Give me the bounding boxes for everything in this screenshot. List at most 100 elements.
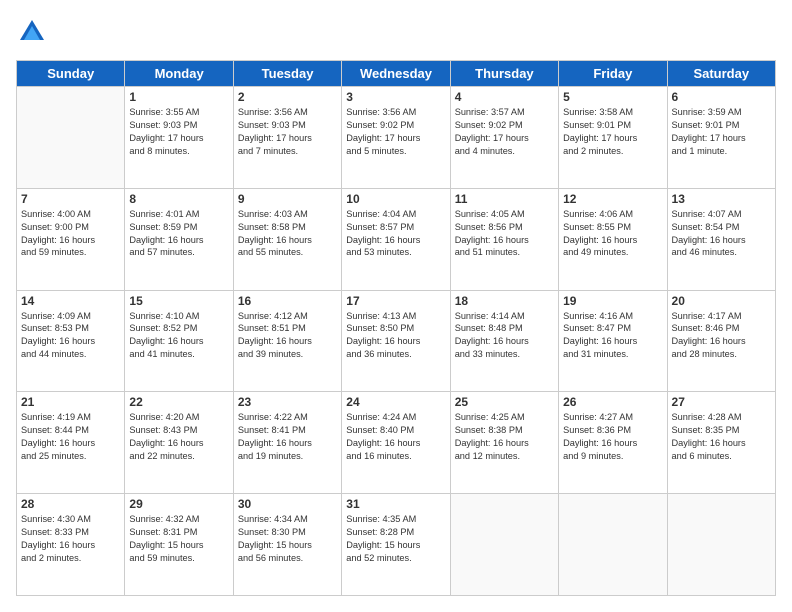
table-row (559, 494, 667, 596)
weekday-header-row: SundayMondayTuesdayWednesdayThursdayFrid… (17, 61, 776, 87)
day-number: 23 (238, 395, 337, 409)
cell-text: Sunrise: 3:57 AMSunset: 9:02 PMDaylight:… (455, 106, 554, 158)
day-number: 28 (21, 497, 120, 511)
day-number: 11 (455, 192, 554, 206)
table-row: 1Sunrise: 3:55 AMSunset: 9:03 PMDaylight… (125, 87, 233, 189)
table-row (450, 494, 558, 596)
cell-text: Sunrise: 4:05 AMSunset: 8:56 PMDaylight:… (455, 208, 554, 260)
cell-text: Sunrise: 4:13 AMSunset: 8:50 PMDaylight:… (346, 310, 445, 362)
calendar-row-1: 7 Sunrise: 4:00 AMSunset: 9:00 PMDaylight… (17, 188, 776, 290)
table-row: 26 Sunrise: 4:27 AMSunset: 8:36 PMDayligh… (559, 392, 667, 494)
cell-text: Sunrise: 3:59 AMSunset: 9:01 PMDaylight:… (672, 106, 771, 158)
cell-text: Sunrise: 4:16 AMSunset: 8:47 PMDaylight:… (563, 310, 662, 362)
day-number: 25 (455, 395, 554, 409)
weekday-header-monday: Monday (125, 61, 233, 87)
day-number: 21 (21, 395, 120, 409)
table-row: 25Sunrise: 4:25 AMSunset: 8:38 PMDayligh… (450, 392, 558, 494)
header (16, 16, 776, 48)
day-number: 7 (21, 192, 120, 206)
calendar-row-3: 21Sunrise: 4:19 AMSunset: 8:44 PMDayligh… (17, 392, 776, 494)
cell-text: Sunrise: 4:20 AMSunset: 8:43 PMDaylight:… (129, 411, 228, 463)
day-number: 4 (455, 90, 554, 104)
cell-text: Sunrise: 4:07 AMSunset: 8:54 PMDaylight:… (672, 208, 771, 260)
table-row: 22Sunrise: 4:20 AMSunset: 8:43 PMDayligh… (125, 392, 233, 494)
cell-text: Sunrise: 4:27 AMSunset: 8:36 PMDaylight:… (563, 411, 662, 463)
table-row (667, 494, 775, 596)
day-number: 20 (672, 294, 771, 308)
cell-text: Sunrise: 4:14 AMSunset: 8:48 PMDaylight:… (455, 310, 554, 362)
cell-text: Sunrise: 4:12 AMSunset: 8:51 PMDaylight:… (238, 310, 337, 362)
day-number: 24 (346, 395, 445, 409)
table-row: 10 Sunrise: 4:04 AMSunset: 8:57 PMDayligh… (342, 188, 450, 290)
table-row: 19 Sunrise: 4:16 AMSunset: 8:47 PMDayligh… (559, 290, 667, 392)
table-row: 31 Sunrise: 4:35 AMSunset: 8:28 PMDayligh… (342, 494, 450, 596)
day-number: 15 (129, 294, 228, 308)
day-number: 19 (563, 294, 662, 308)
table-row: 24 Sunrise: 4:24 AMSunset: 8:40 PMDayligh… (342, 392, 450, 494)
table-row: 21Sunrise: 4:19 AMSunset: 8:44 PMDayligh… (17, 392, 125, 494)
cell-text: Sunrise: 3:58 AMSunset: 9:01 PMDaylight:… (563, 106, 662, 158)
day-number: 9 (238, 192, 337, 206)
table-row: 18 Sunrise: 4:14 AMSunset: 8:48 PMDayligh… (450, 290, 558, 392)
table-row (17, 87, 125, 189)
table-row: 9 Sunrise: 4:03 AMSunset: 8:58 PMDaylight… (233, 188, 341, 290)
day-number: 3 (346, 90, 445, 104)
cell-text: Sunrise: 4:24 AMSunset: 8:40 PMDaylight:… (346, 411, 445, 463)
day-number: 26 (563, 395, 662, 409)
cell-text: Sunrise: 4:22 AMSunset: 8:41 PMDaylight:… (238, 411, 337, 463)
logo-icon (16, 16, 48, 48)
table-row: 27Sunrise: 4:28 AMSunset: 8:35 PMDayligh… (667, 392, 775, 494)
logo (16, 16, 52, 48)
table-row: 2 Sunrise: 3:56 AMSunset: 9:03 PMDaylight… (233, 87, 341, 189)
table-row: 20 Sunrise: 4:17 AMSunset: 8:46 PMDayligh… (667, 290, 775, 392)
day-number: 17 (346, 294, 445, 308)
calendar-row-2: 14Sunrise: 4:09 AMSunset: 8:53 PMDayligh… (17, 290, 776, 392)
table-row: 23 Sunrise: 4:22 AMSunset: 8:41 PMDayligh… (233, 392, 341, 494)
table-row: 5 Sunrise: 3:58 AMSunset: 9:01 PMDaylight… (559, 87, 667, 189)
weekday-header-friday: Friday (559, 61, 667, 87)
table-row: 12 Sunrise: 4:06 AMSunset: 8:55 PMDayligh… (559, 188, 667, 290)
calendar-row-0: 1Sunrise: 3:55 AMSunset: 9:03 PMDaylight… (17, 87, 776, 189)
calendar-row-4: 28 Sunrise: 4:30 AMSunset: 8:33 PMDayligh… (17, 494, 776, 596)
cell-text: Sunrise: 4:04 AMSunset: 8:57 PMDaylight:… (346, 208, 445, 260)
day-number: 31 (346, 497, 445, 511)
weekday-header-wednesday: Wednesday (342, 61, 450, 87)
table-row: 15Sunrise: 4:10 AMSunset: 8:52 PMDayligh… (125, 290, 233, 392)
day-number: 8 (129, 192, 228, 206)
cell-text: Sunrise: 4:35 AMSunset: 8:28 PMDaylight:… (346, 513, 445, 565)
weekday-header-sunday: Sunday (17, 61, 125, 87)
day-number: 2 (238, 90, 337, 104)
day-number: 10 (346, 192, 445, 206)
cell-text: Sunrise: 4:28 AMSunset: 8:35 PMDaylight:… (672, 411, 771, 463)
cell-text: Sunrise: 4:01 AMSunset: 8:59 PMDaylight:… (129, 208, 228, 260)
day-number: 18 (455, 294, 554, 308)
day-number: 16 (238, 294, 337, 308)
day-number: 13 (672, 192, 771, 206)
table-row: 28 Sunrise: 4:30 AMSunset: 8:33 PMDayligh… (17, 494, 125, 596)
table-row: 16 Sunrise: 4:12 AMSunset: 8:51 PMDayligh… (233, 290, 341, 392)
cell-text: Sunrise: 4:03 AMSunset: 8:58 PMDaylight:… (238, 208, 337, 260)
calendar-table: SundayMondayTuesdayWednesdayThursdayFrid… (16, 60, 776, 596)
weekday-header-tuesday: Tuesday (233, 61, 341, 87)
cell-text: Sunrise: 4:00 AMSunset: 9:00 PMDaylight:… (21, 208, 120, 260)
day-number: 12 (563, 192, 662, 206)
day-number: 14 (21, 294, 120, 308)
cell-text: Sunrise: 4:34 AMSunset: 8:30 PMDaylight:… (238, 513, 337, 565)
cell-text: Sunrise: 4:30 AMSunset: 8:33 PMDaylight:… (21, 513, 120, 565)
table-row: 4 Sunrise: 3:57 AMSunset: 9:02 PMDaylight… (450, 87, 558, 189)
day-number: 29 (129, 497, 228, 511)
table-row: 17 Sunrise: 4:13 AMSunset: 8:50 PMDayligh… (342, 290, 450, 392)
cell-text: Sunrise: 3:56 AMSunset: 9:02 PMDaylight:… (346, 106, 445, 158)
day-number: 6 (672, 90, 771, 104)
cell-text: Sunrise: 4:06 AMSunset: 8:55 PMDaylight:… (563, 208, 662, 260)
table-row: 3 Sunrise: 3:56 AMSunset: 9:02 PMDaylight… (342, 87, 450, 189)
table-row: 30Sunrise: 4:34 AMSunset: 8:30 PMDayligh… (233, 494, 341, 596)
table-row: 7 Sunrise: 4:00 AMSunset: 9:00 PMDaylight… (17, 188, 125, 290)
table-row: 6 Sunrise: 3:59 AMSunset: 9:01 PMDaylight… (667, 87, 775, 189)
table-row: 14Sunrise: 4:09 AMSunset: 8:53 PMDayligh… (17, 290, 125, 392)
table-row: 11 Sunrise: 4:05 AMSunset: 8:56 PMDayligh… (450, 188, 558, 290)
day-number: 5 (563, 90, 662, 104)
weekday-header-saturday: Saturday (667, 61, 775, 87)
cell-text: Sunrise: 3:56 AMSunset: 9:03 PMDaylight:… (238, 106, 337, 158)
cell-text: Sunrise: 4:17 AMSunset: 8:46 PMDaylight:… (672, 310, 771, 362)
